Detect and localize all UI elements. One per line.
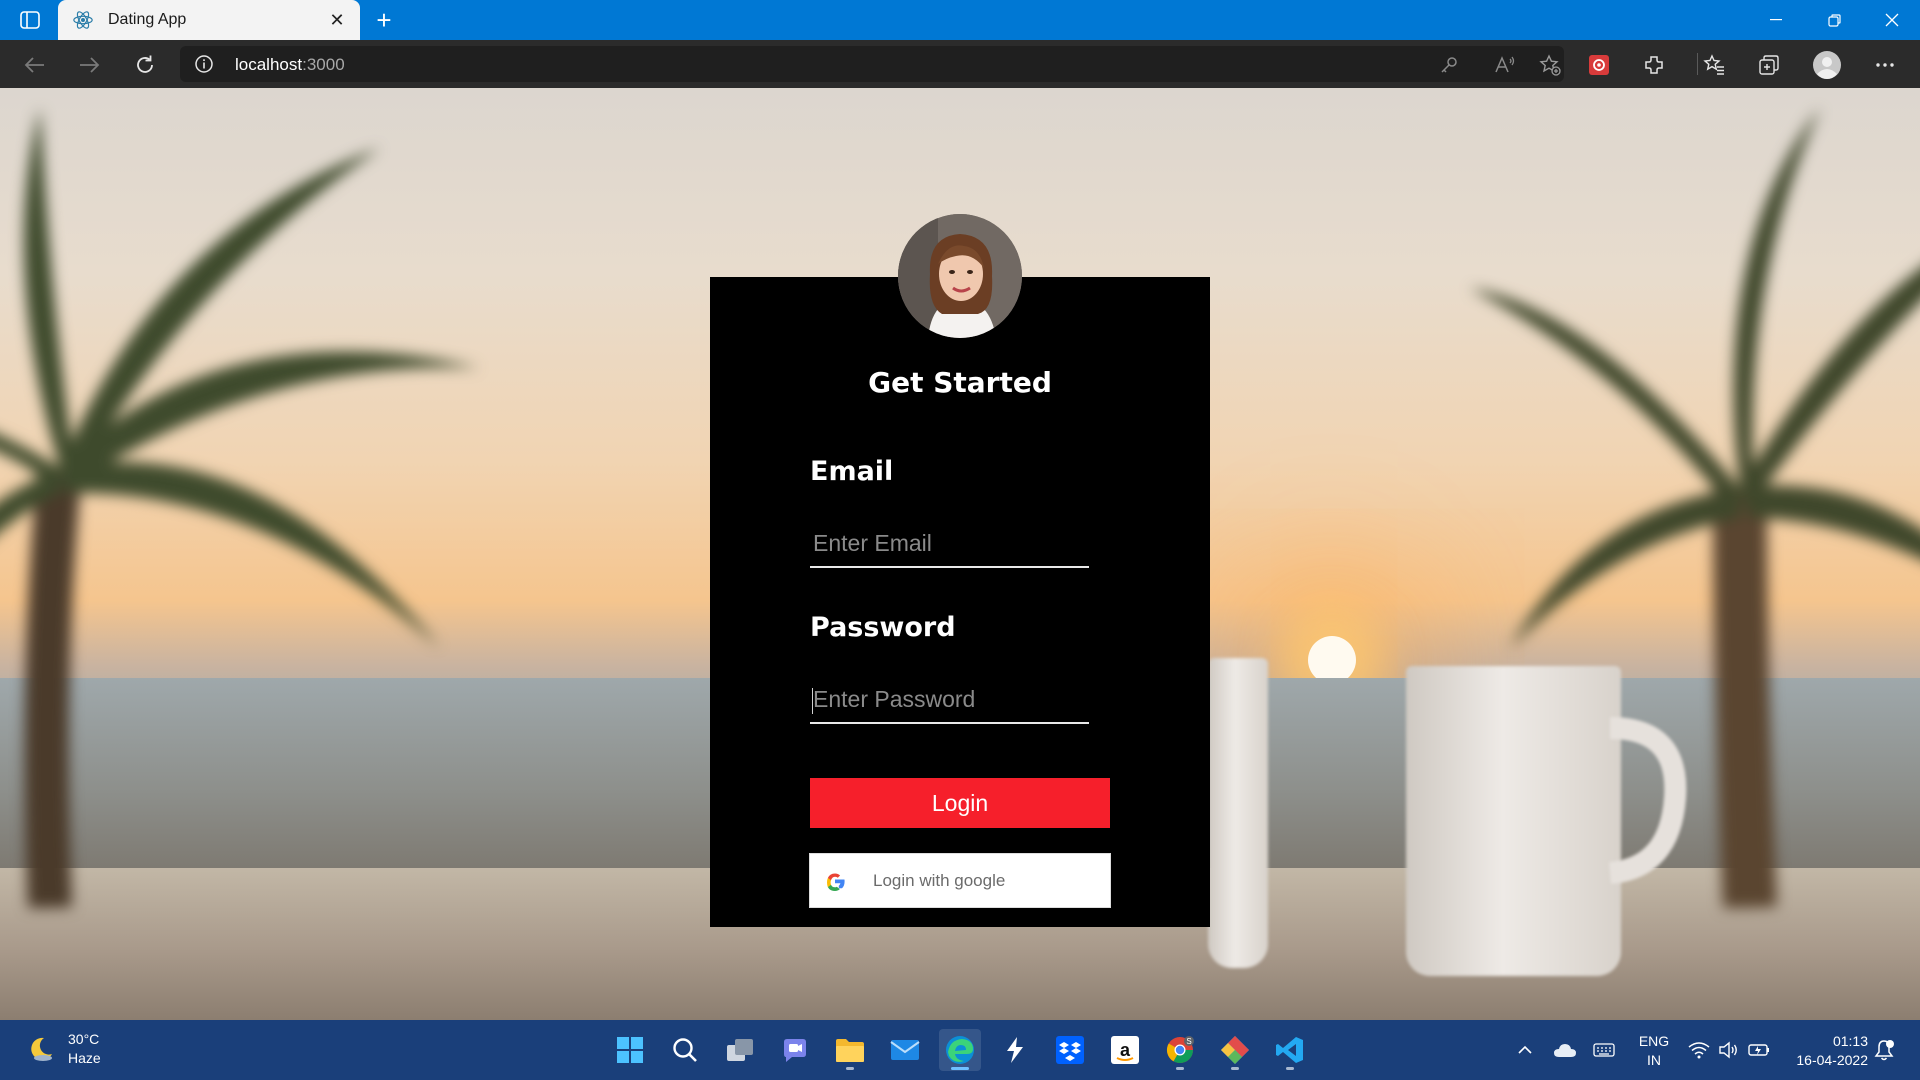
chrome-button[interactable]: S (1159, 1029, 1201, 1071)
tab-close-icon[interactable]: ✕ (326, 9, 348, 31)
running-indicator (1286, 1067, 1294, 1070)
svg-text:S: S (1186, 1037, 1191, 1046)
browser-tab[interactable]: Dating App ✕ (58, 0, 360, 40)
profile-avatar (898, 214, 1022, 338)
coffee-mug-left (1208, 658, 1268, 968)
language-indicator[interactable]: ENG IN (1634, 1032, 1674, 1070)
read-aloud-icon[interactable] (1492, 52, 1518, 78)
add-favorite-icon[interactable] (1537, 52, 1563, 78)
clock-date: 16-04-2022 (1796, 1052, 1868, 1068)
battery-icon[interactable] (1747, 1038, 1771, 1062)
start-button[interactable] (609, 1029, 651, 1071)
favorites-icon[interactable] (1697, 48, 1731, 82)
password-label: Password (810, 612, 956, 643)
browser-titlebar: Dating App ✕ + (0, 0, 1920, 40)
windows-icon (617, 1037, 643, 1063)
search-icon (673, 1038, 697, 1062)
task-view-button[interactable] (719, 1029, 761, 1071)
running-indicator (1231, 1067, 1239, 1070)
profile-avatar-icon[interactable] (1810, 48, 1844, 82)
password-field[interactable] (810, 676, 1089, 724)
volume-icon[interactable] (1717, 1038, 1741, 1062)
mug-handle (1608, 717, 1687, 884)
react-icon (73, 11, 93, 29)
running-indicator (846, 1067, 854, 1070)
mail-icon (890, 1040, 920, 1060)
collections-icon[interactable] (1752, 48, 1786, 82)
password-key-icon[interactable] (1436, 52, 1462, 78)
chevron-up-icon[interactable] (1513, 1038, 1537, 1062)
address-text[interactable]: localhost:3000 (235, 55, 345, 75)
running-indicator (1176, 1067, 1184, 1070)
teams-chat-button[interactable] (774, 1029, 816, 1071)
visual-studio-button[interactable] (994, 1029, 1036, 1071)
google-login-button[interactable]: Login with google (809, 853, 1111, 908)
lightning-icon (1007, 1037, 1023, 1063)
clock[interactable]: 01:13 16-04-2022 (1784, 1032, 1868, 1070)
tab-actions-icon[interactable] (16, 8, 44, 32)
coffee-mug-right (1406, 666, 1621, 976)
dropbox-icon (1056, 1036, 1084, 1064)
vscode-button[interactable] (1269, 1029, 1311, 1071)
clock-time: 01:13 (1832, 1033, 1868, 1049)
notification-icon[interactable] (1872, 1038, 1896, 1062)
weather-description: Haze (68, 1050, 101, 1066)
login-button[interactable]: Login (810, 778, 1110, 828)
sun-glow (1308, 636, 1356, 684)
moon-icon (31, 1037, 52, 1061)
palm-tree-left (0, 108, 480, 908)
email-label: Email (810, 456, 894, 487)
restore-icon[interactable] (1806, 0, 1862, 40)
weather-temperature: 30°C (68, 1031, 100, 1047)
back-icon[interactable] (18, 49, 50, 81)
google-login-label: Login with google (873, 870, 1006, 890)
refresh-icon[interactable] (129, 49, 161, 81)
edge-browser-button[interactable] (939, 1029, 981, 1071)
active-indicator (951, 1067, 969, 1070)
info-icon[interactable] (194, 54, 214, 74)
email-field[interactable] (810, 520, 1089, 568)
git-client-button[interactable] (1214, 1029, 1256, 1071)
keyboard-icon[interactable] (1592, 1038, 1616, 1062)
close-window-icon[interactable] (1864, 0, 1920, 40)
minimize-icon[interactable] (1748, 0, 1804, 40)
text-cursor (812, 688, 813, 714)
folder-icon (836, 1039, 864, 1062)
chrome-icon: S (1166, 1036, 1194, 1064)
wifi-icon[interactable] (1687, 1038, 1711, 1062)
amazon-icon: a (1111, 1036, 1139, 1064)
vscode-icon (1276, 1037, 1303, 1063)
svg-text:a: a (1120, 1040, 1131, 1060)
git-icon (1221, 1036, 1249, 1064)
google-icon (827, 873, 845, 891)
search-button[interactable] (664, 1029, 706, 1071)
tab-title: Dating App (108, 11, 187, 28)
file-explorer-button[interactable] (829, 1029, 871, 1071)
forward-icon[interactable] (74, 49, 106, 81)
more-options-icon[interactable] (1868, 48, 1902, 82)
browser-toolbar: localhost:3000 (0, 40, 1920, 88)
dropbox-button[interactable] (1049, 1029, 1091, 1071)
mail-button[interactable] (884, 1029, 926, 1071)
windows-taskbar: 30°C Haze a S ENG IN 01:13 16-04-2022 (0, 1020, 1920, 1080)
onedrive-icon[interactable] (1553, 1038, 1577, 1062)
extension-red-icon[interactable] (1582, 48, 1616, 82)
amazon-button[interactable]: a (1104, 1029, 1146, 1071)
edge-icon (946, 1036, 974, 1064)
chat-icon (784, 1039, 806, 1062)
address-bar[interactable]: localhost:3000 (180, 46, 1564, 82)
page-title: Get Started (868, 366, 1052, 399)
task-view-icon (727, 1039, 753, 1061)
extensions-icon[interactable] (1637, 48, 1671, 82)
weather-widget[interactable]: 30°C Haze (26, 1030, 101, 1068)
new-tab-icon[interactable]: + (370, 5, 398, 35)
